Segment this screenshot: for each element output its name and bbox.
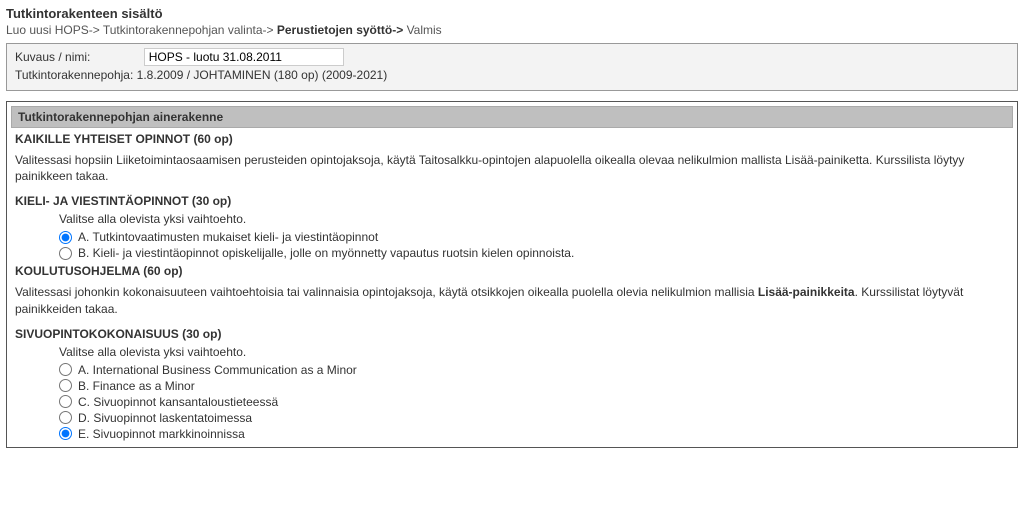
section-common-text: Valitessasi hopsiin Liiketoimintaosaamis…	[11, 150, 1013, 190]
structure-label: Tutkintorakennepohja:	[15, 68, 133, 82]
lang-radio-a[interactable]	[59, 231, 72, 244]
content-heading: Tutkintorakennepohjan ainerakenne	[11, 106, 1013, 128]
info-box: Kuvaus / nimi: Tutkintorakennepohja: 1.8…	[6, 43, 1018, 91]
minor-option-row[interactable]: B. Finance as a Minor	[59, 379, 1013, 393]
minor-option-row[interactable]: A. International Business Communication …	[59, 363, 1013, 377]
description-input[interactable]	[144, 48, 344, 66]
minor-radio-c[interactable]	[59, 395, 72, 408]
lang-option-row[interactable]: B. Kieli- ja viestintäopinnot opiskelija…	[59, 246, 1013, 260]
minor-options: Valitse alla olevista yksi vaihtoehto. A…	[11, 345, 1013, 441]
breadcrumb: Luo uusi HOPS-> Tutkintorakennepohjan va…	[6, 23, 1018, 37]
minor-instruction: Valitse alla olevista yksi vaihtoehto.	[59, 345, 1013, 359]
breadcrumb-item[interactable]: Valmis	[407, 23, 442, 37]
description-label: Kuvaus / nimi:	[15, 48, 90, 66]
page-title: Tutkintorakenteen sisältö	[6, 6, 1018, 21]
minor-option-label: B. Finance as a Minor	[78, 379, 195, 393]
section-common-title: KAIKILLE YHTEISET OPINNOT (60 op)	[11, 132, 1013, 146]
structure-value: 1.8.2009 / JOHTAMINEN (180 op) (2009-202…	[137, 68, 388, 82]
minor-option-label: E. Sivuopinnot markkinoinnissa	[78, 427, 245, 441]
lang-radio-b[interactable]	[59, 247, 72, 260]
minor-option-row[interactable]: E. Sivuopinnot markkinoinnissa	[59, 427, 1013, 441]
section-minor-title: SIVUOPINTOKOKONAISUUS (30 op)	[11, 327, 1013, 341]
lang-option-label: B. Kieli- ja viestintäopinnot opiskelija…	[78, 246, 574, 260]
minor-option-label: D. Sivuopinnot laskentatoimessa	[78, 411, 252, 425]
program-text-bold: Lisää-painikkeita	[758, 285, 855, 299]
minor-radio-e[interactable]	[59, 427, 72, 440]
lang-option-label: A. Tutkintovaatimusten mukaiset kieli- j…	[78, 230, 378, 244]
lang-options: Valitse alla olevista yksi vaihtoehto. A…	[11, 212, 1013, 260]
minor-radio-b[interactable]	[59, 379, 72, 392]
breadcrumb-item[interactable]: Luo uusi HOPS->	[6, 23, 100, 37]
lang-option-row[interactable]: A. Tutkintovaatimusten mukaiset kieli- j…	[59, 230, 1013, 244]
minor-option-row[interactable]: C. Sivuopinnot kansantaloustieteessä	[59, 395, 1013, 409]
lang-instruction: Valitse alla olevista yksi vaihtoehto.	[59, 212, 1013, 226]
breadcrumb-item[interactable]: Tutkintorakennepohjan valinta->	[103, 23, 274, 37]
content-box: Tutkintorakennepohjan ainerakenne KAIKIL…	[6, 101, 1018, 448]
minor-option-label: C. Sivuopinnot kansantaloustieteessä	[78, 395, 278, 409]
section-lang-title: KIELI- JA VIESTINTÄOPINNOT (30 op)	[11, 194, 1013, 208]
breadcrumb-item-active: Perustietojen syöttö->	[277, 23, 403, 37]
minor-radio-d[interactable]	[59, 411, 72, 424]
section-program-text: Valitessasi johonkin kokonaisuuteen vaih…	[11, 282, 1013, 322]
minor-option-label: A. International Business Communication …	[78, 363, 357, 377]
minor-option-row[interactable]: D. Sivuopinnot laskentatoimessa	[59, 411, 1013, 425]
section-program-title: KOULUTUSOHJELMA (60 op)	[11, 264, 1013, 278]
minor-radio-a[interactable]	[59, 363, 72, 376]
program-text-pre: Valitessasi johonkin kokonaisuuteen vaih…	[15, 285, 758, 299]
